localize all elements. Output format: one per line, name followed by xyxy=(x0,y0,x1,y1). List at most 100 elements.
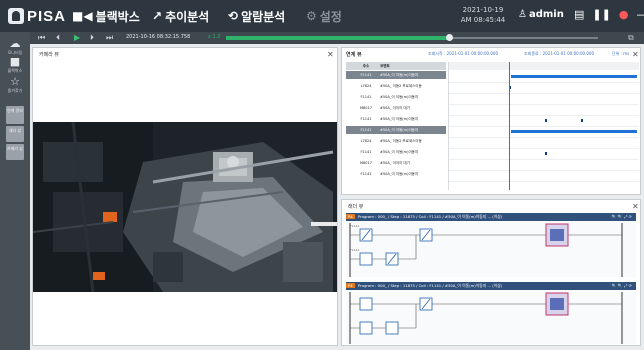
signal-pulse-mark xyxy=(545,152,547,155)
current-time-marker[interactable] xyxy=(509,62,510,190)
query-start-label: 조회시작 : 2021-01-01 00:00:00.000 xyxy=(428,51,498,56)
current-datetime: 2021-10-19 AM 08:45:44 xyxy=(458,5,508,25)
nav-settings[interactable]: ⚙ 설정 xyxy=(306,8,342,24)
minimize-icon[interactable]: — xyxy=(636,8,644,21)
signal-row[interactable]: M8017 #50A_ 이이이 대기 xyxy=(346,159,446,167)
current-time: AM 08:45:44 xyxy=(460,16,506,24)
step-forward-icon[interactable]: ⏵ xyxy=(90,33,94,43)
factory-camera-image xyxy=(33,122,337,292)
column-header-comment: 코멘트 xyxy=(380,64,390,68)
pisa-logo-icon xyxy=(8,8,24,24)
signal-comment: #50A_이 이동(m)이동지 xyxy=(380,128,419,132)
top-right-icons: ▤ ❚❚ ● — xyxy=(574,8,644,21)
signal-row[interactable]: M8017 #50A_ 이이이 대기 xyxy=(346,104,446,112)
signal-pulse-mark xyxy=(581,119,583,122)
alarm-bell-icon[interactable]: ● xyxy=(619,8,629,21)
sidebar-item-blackbox[interactable]: ■ 블랙박스 xyxy=(2,56,28,74)
link-view-title: 연계 뷰 xyxy=(346,52,362,58)
zoom-tools[interactable]: 🔍 🔍 ⤢ ⟳ xyxy=(612,282,632,290)
camera-panel-title: 카메라 뷰 xyxy=(39,52,59,58)
expand-icon[interactable]: ▸ xyxy=(347,71,353,79)
signal-table-header: 주소 코멘트 xyxy=(346,62,446,70)
signal-row[interactable]: F1141 #50A_이 이동(m)이동지 xyxy=(346,148,446,156)
close-icon[interactable]: ✕ xyxy=(632,50,639,59)
document-icon[interactable]: ▤ xyxy=(574,8,584,21)
svg-text:F1141: F1141 xyxy=(350,224,359,228)
signal-on-bar[interactable] xyxy=(511,75,637,78)
sidebar-item-monitoring[interactable]: ☁ 모니터링 xyxy=(2,38,28,56)
sidebar-item-label: 블랙박스 xyxy=(7,68,23,73)
close-icon[interactable]: ✕ xyxy=(327,50,334,59)
signal-row[interactable]: ▸ F1141 #50A_이 이동(m)이동지 xyxy=(346,126,446,134)
timeline-row-divider xyxy=(449,93,639,94)
logo-text: PISA xyxy=(27,7,67,25)
playback-speed[interactable]: x 1.0 xyxy=(208,34,221,40)
sidebar-tab-camera-view[interactable]: 카메라 뷰 xyxy=(6,144,24,160)
signal-comment: #50A_ 이동2 프로세스이동 xyxy=(380,84,422,88)
signal-row[interactable]: F1141 #50A_이 이동(m)이동지 xyxy=(346,115,446,123)
nav-alarm-analysis[interactable]: ⟲ 알람분석 xyxy=(228,8,285,24)
nav-trend-analysis[interactable]: ↗ 추이분석 xyxy=(152,8,209,24)
current-date: 2021-10-19 xyxy=(462,6,504,14)
close-icon[interactable]: ✕ xyxy=(632,202,639,211)
program-tag: P4 xyxy=(346,214,355,219)
play-icon[interactable]: ▶ xyxy=(74,33,80,42)
signal-address: F1141 xyxy=(360,150,372,154)
camera-video-frame[interactable] xyxy=(33,122,337,292)
sidebar-tab-ladder-view[interactable]: 래더 뷰 xyxy=(6,126,24,142)
left-toolbar: ☁ 모니터링 ■ 블랙박스 ☆ 즐겨찾기 연계 정보 래더 뷰 카메라 뷰 xyxy=(0,32,30,350)
pause-icon[interactable]: ❚❚ xyxy=(592,8,610,21)
timeline-row-divider xyxy=(449,159,639,160)
sidebar-item-favorites[interactable]: ☆ 즐겨찾기 xyxy=(2,76,28,94)
timeline-chart[interactable] xyxy=(448,62,639,190)
timeline-row-divider xyxy=(449,181,639,182)
signal-row[interactable]: L7824 #50A_ 이동2 프로세스이동 xyxy=(346,82,446,90)
signal-address: M8017 xyxy=(360,161,372,165)
timeline-row-divider xyxy=(449,148,639,149)
signal-row[interactable]: F1141 #50A_이 이동(m)이동지 xyxy=(346,170,446,178)
sidebar-item-label: 즐겨찾기 xyxy=(7,88,23,93)
star-settings-icon: ☆ xyxy=(10,75,20,88)
clock-history-icon: ⟲ xyxy=(228,9,239,23)
ladder-panel-title: 래더 뷰 xyxy=(348,204,364,210)
trend-line-icon: ↗ xyxy=(152,9,163,23)
sidebar-tab-link-view[interactable]: 연계 정보 xyxy=(6,106,24,124)
signal-row[interactable]: F1141 #50A_이 이동(m)이동지 xyxy=(346,93,446,101)
zoom-tools[interactable]: 🔍 🔍 ⤢ ⟳ xyxy=(612,213,632,221)
fast-forward-icon[interactable]: ⏭ xyxy=(106,33,113,43)
skip-to-start-icon[interactable]: ⏮ xyxy=(38,33,45,43)
signal-row[interactable]: L7824 #50A_ 이동2 프로세스이동 xyxy=(346,137,446,145)
signal-comment: #50A_이 이동(m)이동지 xyxy=(380,150,419,154)
query-end-label: 조회종료 : 2021-01-01 00:00:00.000 xyxy=(524,51,594,56)
nav-settings-label: 설정 xyxy=(319,9,342,24)
signal-address: F1141 xyxy=(360,117,372,121)
signal-pulse-mark xyxy=(545,119,547,122)
signal-address: M8017 xyxy=(360,106,372,110)
signal-on-bar[interactable] xyxy=(511,130,637,133)
step-back-icon[interactable]: ⏴ xyxy=(56,33,60,43)
user-account[interactable]: ♙ admin xyxy=(518,9,564,20)
playback-slider-handle[interactable] xyxy=(446,34,453,41)
nav-blackbox-label: 블랙박스 xyxy=(95,9,140,24)
gear-icon: ⚙ xyxy=(306,9,317,23)
ladder-rung-header: P4 Program : 000_ / Step : 11875 / Coil … xyxy=(346,282,636,290)
playback-progress-fill xyxy=(226,36,449,40)
signal-address: F1141 xyxy=(360,73,372,77)
ladder-rung-diagram[interactable]: F1141 F1141 xyxy=(346,221,636,277)
timeline-row-divider xyxy=(449,126,639,127)
nav-blackbox[interactable]: ■◀ 블랙박스 xyxy=(72,8,140,24)
pisa-logo[interactable]: PISA xyxy=(8,7,66,25)
expand-icon[interactable]: ▸ xyxy=(347,126,353,134)
ladder-logic-diagram: F1141 F1141 xyxy=(349,223,623,277)
cloud-icon: ☁ xyxy=(9,37,21,50)
signal-comment: #50A_이 이동(m)이동지 xyxy=(380,95,419,99)
fullscreen-icon[interactable]: ⧉ xyxy=(628,33,634,43)
ladder-rung-header: P4 Program : 000_ / Step : 11875 / Coil … xyxy=(346,213,636,221)
signal-comment: #50A_ 이이이 대기 xyxy=(380,106,410,110)
signal-comment: #50A_이 이동(m)이동지 xyxy=(380,73,419,77)
rung-info: Program : 000_ / Step : 11875 / Coil : F… xyxy=(357,283,503,288)
time-unit-label: 단위 : ms xyxy=(612,51,630,56)
signal-row[interactable]: ▸ F1141 #50A_이 이동(m)이동지 xyxy=(346,71,446,79)
ladder-rung-diagram[interactable] xyxy=(346,290,636,344)
camera-view-panel: 카메라 뷰 ✕ xyxy=(32,47,338,346)
